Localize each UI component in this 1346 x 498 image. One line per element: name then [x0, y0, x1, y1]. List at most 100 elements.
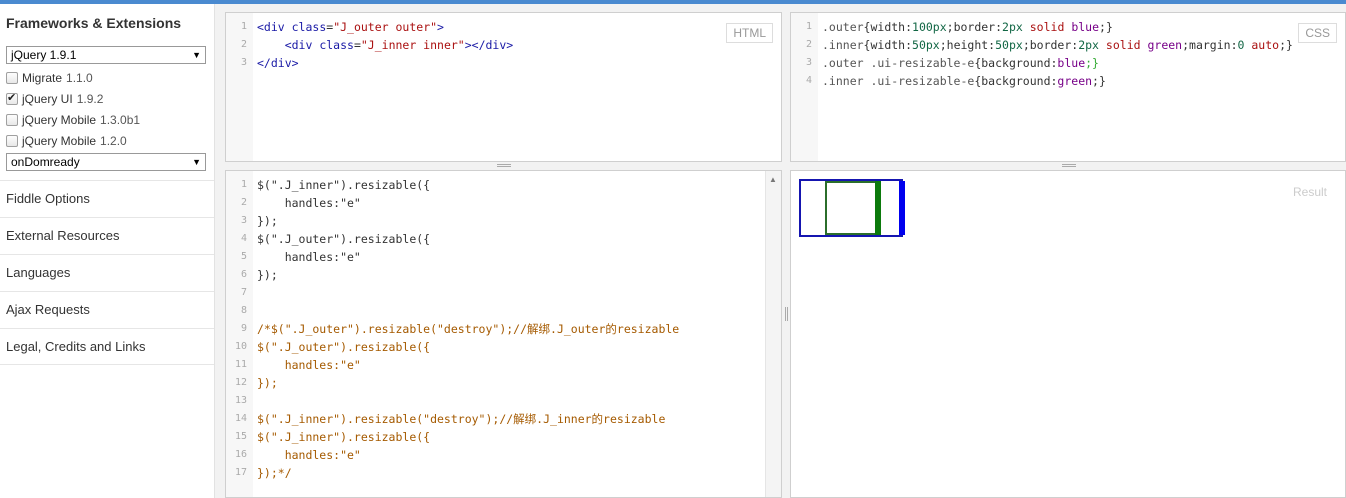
html-string: "J_outer outer"	[333, 20, 438, 34]
code-text: });	[257, 268, 278, 282]
line-number: 3	[240, 57, 247, 68]
code-line: 16 handles:"e"	[226, 446, 781, 464]
code-text: });	[257, 214, 278, 228]
html-panel[interactable]: 1 <div class="J_outer outer"> 2 <div clas…	[225, 12, 782, 162]
section-languages[interactable]: Languages	[0, 254, 214, 291]
jquery-ui-checkbox[interactable]	[6, 91, 18, 105]
code-text: handles:"e"	[257, 448, 361, 462]
html-tag: ></div>	[464, 38, 514, 52]
code-line: .outer .ui-resizable-e{background:blue;}	[816, 54, 1099, 72]
extension-migrate[interactable]: Migrate 1.1.0	[0, 67, 214, 88]
css-selector: .inner	[822, 38, 864, 52]
line-number: 17	[234, 467, 247, 478]
code-text: $(".J_inner").resizable("destroy");//解绑.…	[257, 412, 666, 426]
line-number: 8	[240, 305, 247, 316]
js-panel[interactable]: 1 $(".J_inner").resizable({2 handles:"e" 3…	[225, 170, 782, 498]
extension-jquery-ui[interactable]: jQuery UI 1.9.2	[0, 88, 214, 109]
code-line: 3});	[226, 212, 781, 230]
line-number: 13	[234, 395, 247, 406]
framework-select[interactable]: jQuery 1.9.1 ▼	[6, 46, 206, 64]
line-number: 9	[240, 323, 247, 334]
code-text: handles:"e"	[257, 358, 361, 372]
code-line: 12});	[226, 374, 781, 392]
load-type-value: onDomready	[11, 155, 80, 169]
resize-handle-icon[interactable]	[497, 164, 511, 167]
code-line: 17});*/	[226, 464, 781, 482]
section-fiddle-options[interactable]: Fiddle Options	[0, 180, 214, 217]
line-number: 14	[234, 413, 247, 424]
line-number: 10	[234, 341, 247, 352]
inner-resizable-box[interactable]	[825, 181, 879, 235]
chevron-down-icon: ▼	[192, 157, 201, 167]
css-text: {background:	[974, 74, 1058, 88]
css-keyword: auto	[1251, 38, 1280, 52]
css-text: {width:	[863, 38, 913, 52]
line-number: 1	[805, 21, 812, 32]
css-keyword: solid	[1029, 20, 1065, 34]
result-panel[interactable]: Result	[790, 170, 1346, 498]
section-ajax-requests[interactable]: Ajax Requests	[0, 291, 214, 328]
code-line: 14 $(".J_inner").resizable("destroy");//解…	[226, 410, 781, 428]
js-editor[interactable]: 1 $(".J_inner").resizable({2 handles:"e" 3…	[226, 176, 781, 482]
line-number: 2	[805, 39, 812, 50]
sidebar: Frameworks & Extensions jQuery 1.9.1 ▼ M…	[0, 4, 215, 498]
code-line: 8	[226, 302, 781, 320]
code-line: .outer{width:100px;border:2px solid blue…	[816, 18, 1113, 36]
code-line: 7	[226, 284, 781, 302]
css-text: ;border:	[1022, 38, 1079, 52]
html-eq: =	[353, 38, 361, 52]
line-number: 4	[240, 233, 247, 244]
extension-version: 1.1.0	[66, 70, 93, 85]
css-number: 50px	[912, 38, 940, 52]
section-legal-credits[interactable]: Legal, Credits and Links	[0, 328, 214, 365]
css-editor[interactable]: 1 .outer{width:100px;border:2px solid blu…	[791, 18, 1345, 90]
outer-resize-handle[interactable]	[899, 181, 905, 235]
extension-version: 1.3.0b1	[100, 112, 141, 127]
section-external-resources[interactable]: External Resources	[0, 217, 214, 254]
css-text	[1023, 20, 1030, 34]
jquery-mobile-130-checkbox[interactable]	[6, 113, 18, 126]
load-type-select[interactable]: onDomready ▼	[6, 153, 206, 171]
code-line: 15 $(".J_inner").resizable({	[226, 428, 781, 446]
jquery-mobile-120-checkbox[interactable]	[6, 134, 18, 147]
vertical-scrollbar[interactable]: ▲	[765, 171, 781, 497]
css-panel[interactable]: 1 .outer{width:100px;border:2px solid blu…	[790, 12, 1346, 162]
css-text	[1099, 38, 1106, 52]
line-number: 15	[234, 431, 247, 442]
extension-version: 1.9.2	[76, 91, 104, 106]
code-line: 4 $(".J_outer").resizable({	[226, 230, 781, 248]
html-editor[interactable]: 1 <div class="J_outer outer"> 2 <div clas…	[226, 18, 781, 72]
html-tag: <div	[257, 38, 320, 52]
code-text: handles:"e"	[257, 196, 361, 210]
code-line: 5 handles:"e"	[226, 248, 781, 266]
code-line: .inner{width:50px;height:50px;border:2px…	[816, 36, 1293, 54]
line-number: 5	[240, 251, 247, 262]
css-text: {background:	[974, 56, 1058, 70]
html-attr: class	[319, 38, 354, 52]
outer-resizable-box[interactable]	[799, 179, 905, 237]
code-line: <div class="J_inner inner"></div>	[251, 36, 514, 54]
inner-resize-handle[interactable]	[875, 181, 881, 235]
resize-handle-icon[interactable]	[1062, 164, 1076, 167]
html-panel-label: HTML	[726, 23, 773, 43]
code-line: 10 $(".J_outer").resizable({	[226, 338, 781, 356]
scroll-up-icon[interactable]: ▲	[769, 175, 777, 184]
code-line: <div class="J_outer outer">	[251, 18, 444, 36]
css-text: ;}	[1085, 56, 1099, 70]
line-number: 3	[240, 215, 247, 226]
framework-select-value: jQuery 1.9.1	[11, 48, 77, 62]
resize-handle-icon[interactable]	[785, 307, 788, 321]
line-number: 1	[240, 179, 247, 190]
line-number: 16	[234, 449, 247, 460]
code-line: 2 handles:"e"	[226, 194, 781, 212]
extension-jquery-mobile-120[interactable]: jQuery Mobile 1.2.0	[0, 130, 214, 151]
extension-name: jQuery Mobile	[22, 112, 97, 127]
migrate-checkbox[interactable]	[6, 71, 18, 84]
code-line: 13	[226, 392, 781, 410]
frameworks-heading: Frameworks & Extensions	[6, 15, 182, 31]
css-text: ;}	[1099, 20, 1113, 34]
extension-name: Migrate	[22, 70, 63, 85]
css-panel-label: CSS	[1298, 23, 1337, 43]
extension-jquery-mobile-130[interactable]: jQuery Mobile 1.3.0b1	[0, 109, 214, 130]
